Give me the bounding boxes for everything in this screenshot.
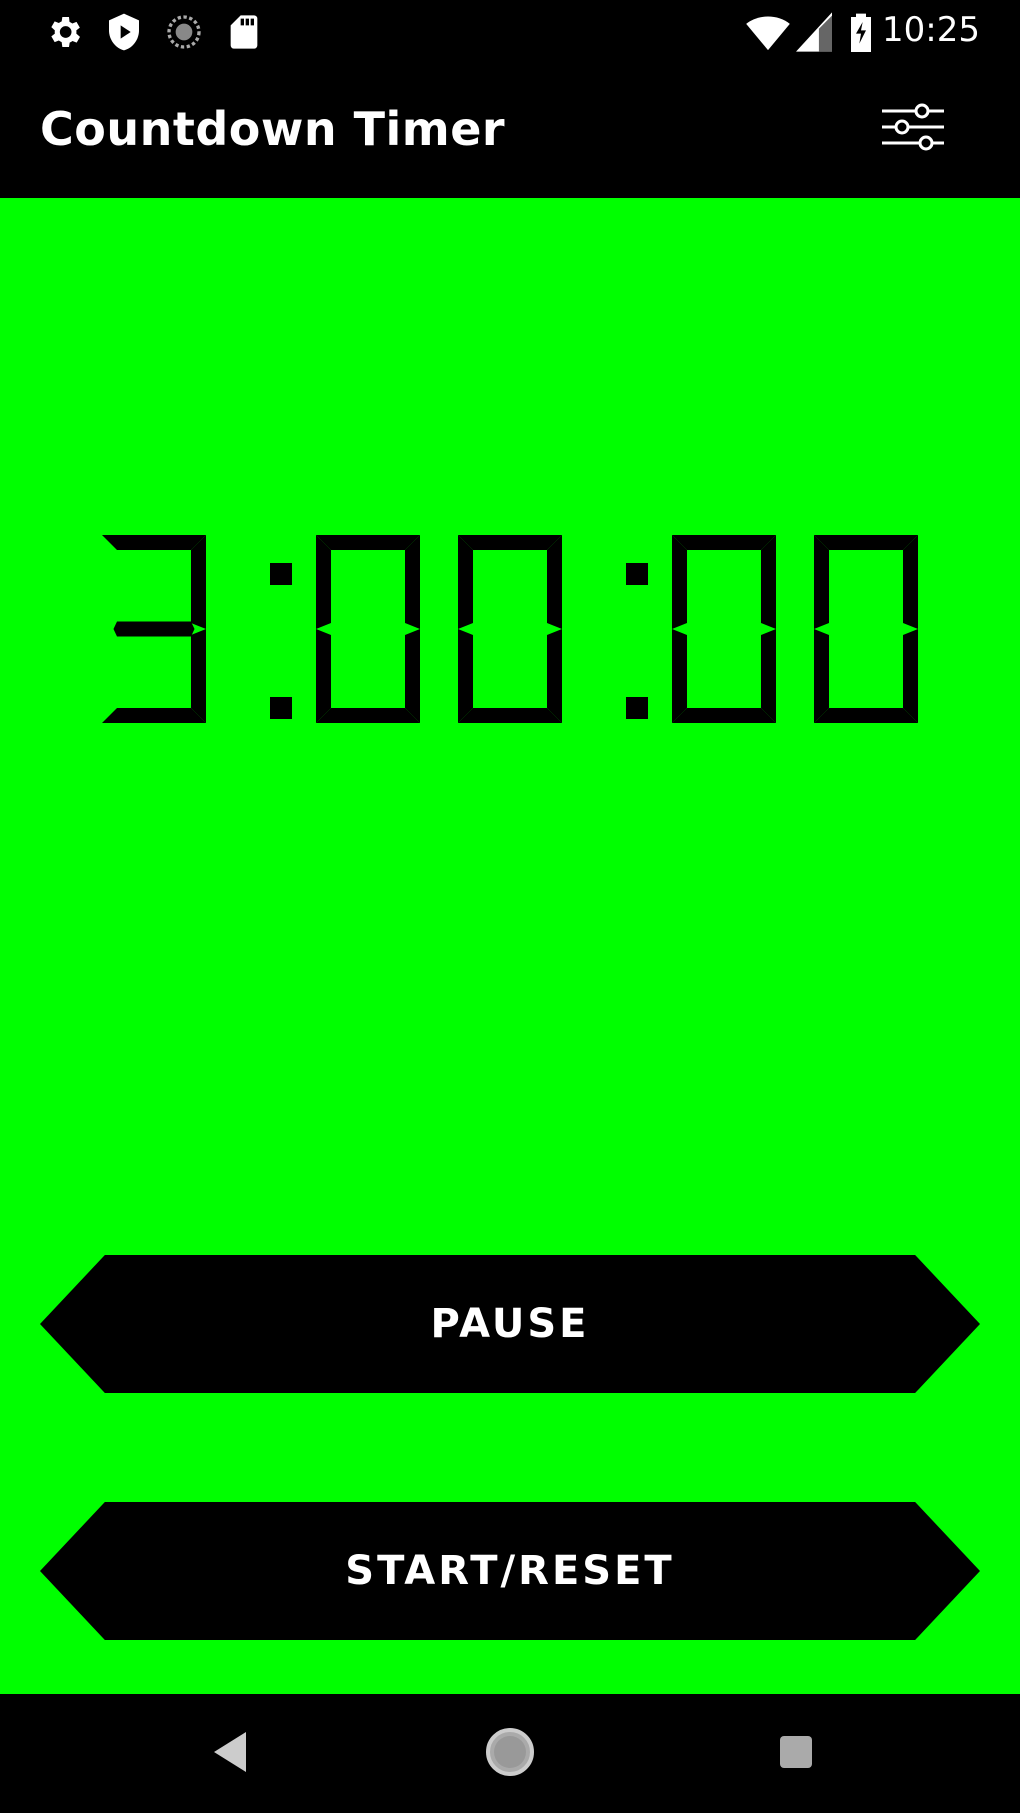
lcd-segment	[458, 629, 473, 723]
lcd-segment	[672, 535, 687, 629]
lcd-segment	[458, 535, 473, 629]
lcd-colon-dot	[270, 563, 292, 585]
lcd-segment	[316, 629, 331, 723]
app-bar: Countdown Timer	[0, 62, 1020, 198]
lcd-colon-dot	[626, 697, 648, 719]
home-icon[interactable]	[482, 1724, 538, 1784]
pause-button[interactable]: PAUSE	[40, 1255, 980, 1393]
shield-play-icon	[104, 12, 144, 56]
lcd-segment	[672, 535, 776, 550]
battery-charging-icon	[848, 12, 874, 56]
lcd-colon-dot	[270, 697, 292, 719]
lcd-digits	[102, 535, 918, 723]
lcd-segment	[102, 708, 206, 723]
sd-card-icon	[224, 12, 264, 56]
lcd-colon-dot	[626, 563, 648, 585]
sync-icon	[164, 12, 204, 56]
nav-bar	[0, 1694, 1020, 1813]
lcd-segment	[113, 621, 195, 637]
lcd-segment	[547, 535, 562, 629]
sliders-icon	[868, 103, 958, 161]
lcd-segment	[191, 629, 206, 723]
cell-signal-icon	[796, 12, 832, 56]
lcd-segment	[761, 629, 776, 723]
start-reset-button[interactable]: START/RESET	[40, 1502, 980, 1640]
lcd-segment	[316, 535, 420, 550]
lcd-segment	[672, 629, 687, 723]
lcd-segment	[814, 535, 918, 550]
lcd-segment	[316, 708, 420, 723]
lcd-segment	[405, 535, 420, 629]
recents-icon[interactable]	[768, 1724, 824, 1784]
screen: 10:25 Countdown Timer 3:00:00	[0, 0, 1020, 1813]
status-bar: 10:25	[0, 0, 1020, 62]
back-icon[interactable]	[206, 1724, 254, 1784]
status-time: 10:25	[882, 10, 980, 50]
page-title: Countdown Timer	[40, 102, 506, 156]
lcd-segment	[458, 708, 562, 723]
wifi-icon	[746, 12, 790, 56]
timer-display: 3:00:00	[100, 533, 930, 733]
lcd-segment	[547, 629, 562, 723]
lcd-segment	[903, 629, 918, 723]
lcd-segment	[814, 629, 829, 723]
lcd-segment	[814, 708, 918, 723]
lcd-segment	[102, 535, 206, 550]
pause-button-label: PAUSE	[430, 1301, 590, 1347]
lcd-segment	[814, 535, 829, 629]
settings-button[interactable]	[868, 97, 958, 157]
gear-icon	[44, 12, 84, 56]
lcd-segment	[672, 708, 776, 723]
lcd-segment	[761, 535, 776, 629]
lcd-segment	[458, 535, 562, 550]
timer-panel: 3:00:00 PAUSE START/RESET	[0, 198, 1020, 1694]
lcd-segment	[316, 535, 331, 629]
start-reset-button-label: START/RESET	[345, 1548, 675, 1594]
lcd-segment	[903, 535, 918, 629]
lcd-segment	[405, 629, 420, 723]
lcd-segment	[191, 535, 206, 629]
